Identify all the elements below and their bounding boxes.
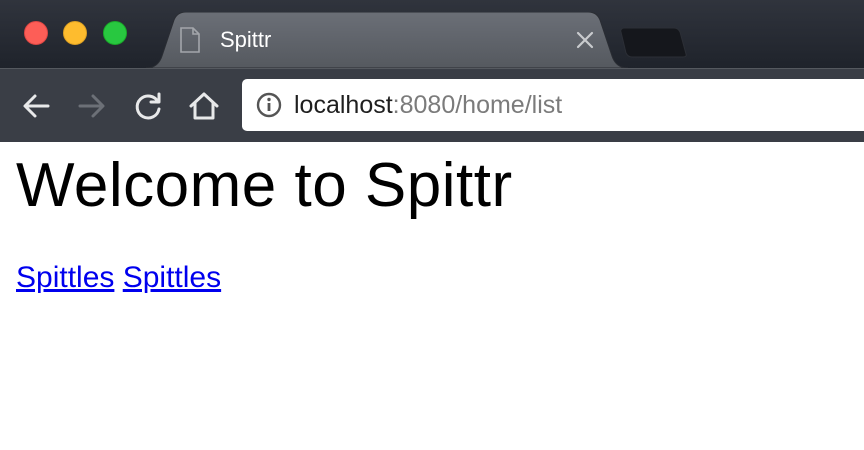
links-row: Spittles Spittles <box>16 260 221 296</box>
tab-spittr[interactable]: Spittr <box>146 12 628 68</box>
address-bar[interactable]: localhost:8080/home/list <box>242 79 864 131</box>
spittles-link-1[interactable]: Spittles <box>16 261 114 294</box>
title-bar: Spittr <box>0 0 864 68</box>
window-close-button[interactable] <box>24 21 48 45</box>
page-content: Welcome to Spittr Spittles Spittles <box>0 142 864 450</box>
home-icon[interactable] <box>188 90 220 122</box>
url-text[interactable]: localhost:8080/home/list <box>294 89 562 121</box>
url-host: localhost <box>294 91 393 119</box>
close-icon[interactable] <box>574 29 596 51</box>
reload-icon[interactable] <box>132 90 164 122</box>
window-minimize-button[interactable] <box>63 21 87 45</box>
tab-background <box>146 12 628 68</box>
page-icon <box>180 27 200 53</box>
page-title: Welcome to Spittr <box>16 151 513 220</box>
tab-title: Spittr <box>220 27 272 52</box>
forward-icon[interactable] <box>76 90 108 122</box>
url-path: :8080/home/list <box>392 91 563 119</box>
toolbar: localhost:8080/home/list <box>0 68 864 142</box>
spittles-link-2[interactable]: Spittles <box>123 261 221 294</box>
new-tab-button[interactable] <box>620 26 688 58</box>
browser-window: Spittr localhost:8080/home/list Welcome … <box>0 0 864 450</box>
back-icon[interactable] <box>20 90 52 122</box>
window-maximize-button[interactable] <box>103 21 127 45</box>
info-icon[interactable] <box>256 92 282 118</box>
